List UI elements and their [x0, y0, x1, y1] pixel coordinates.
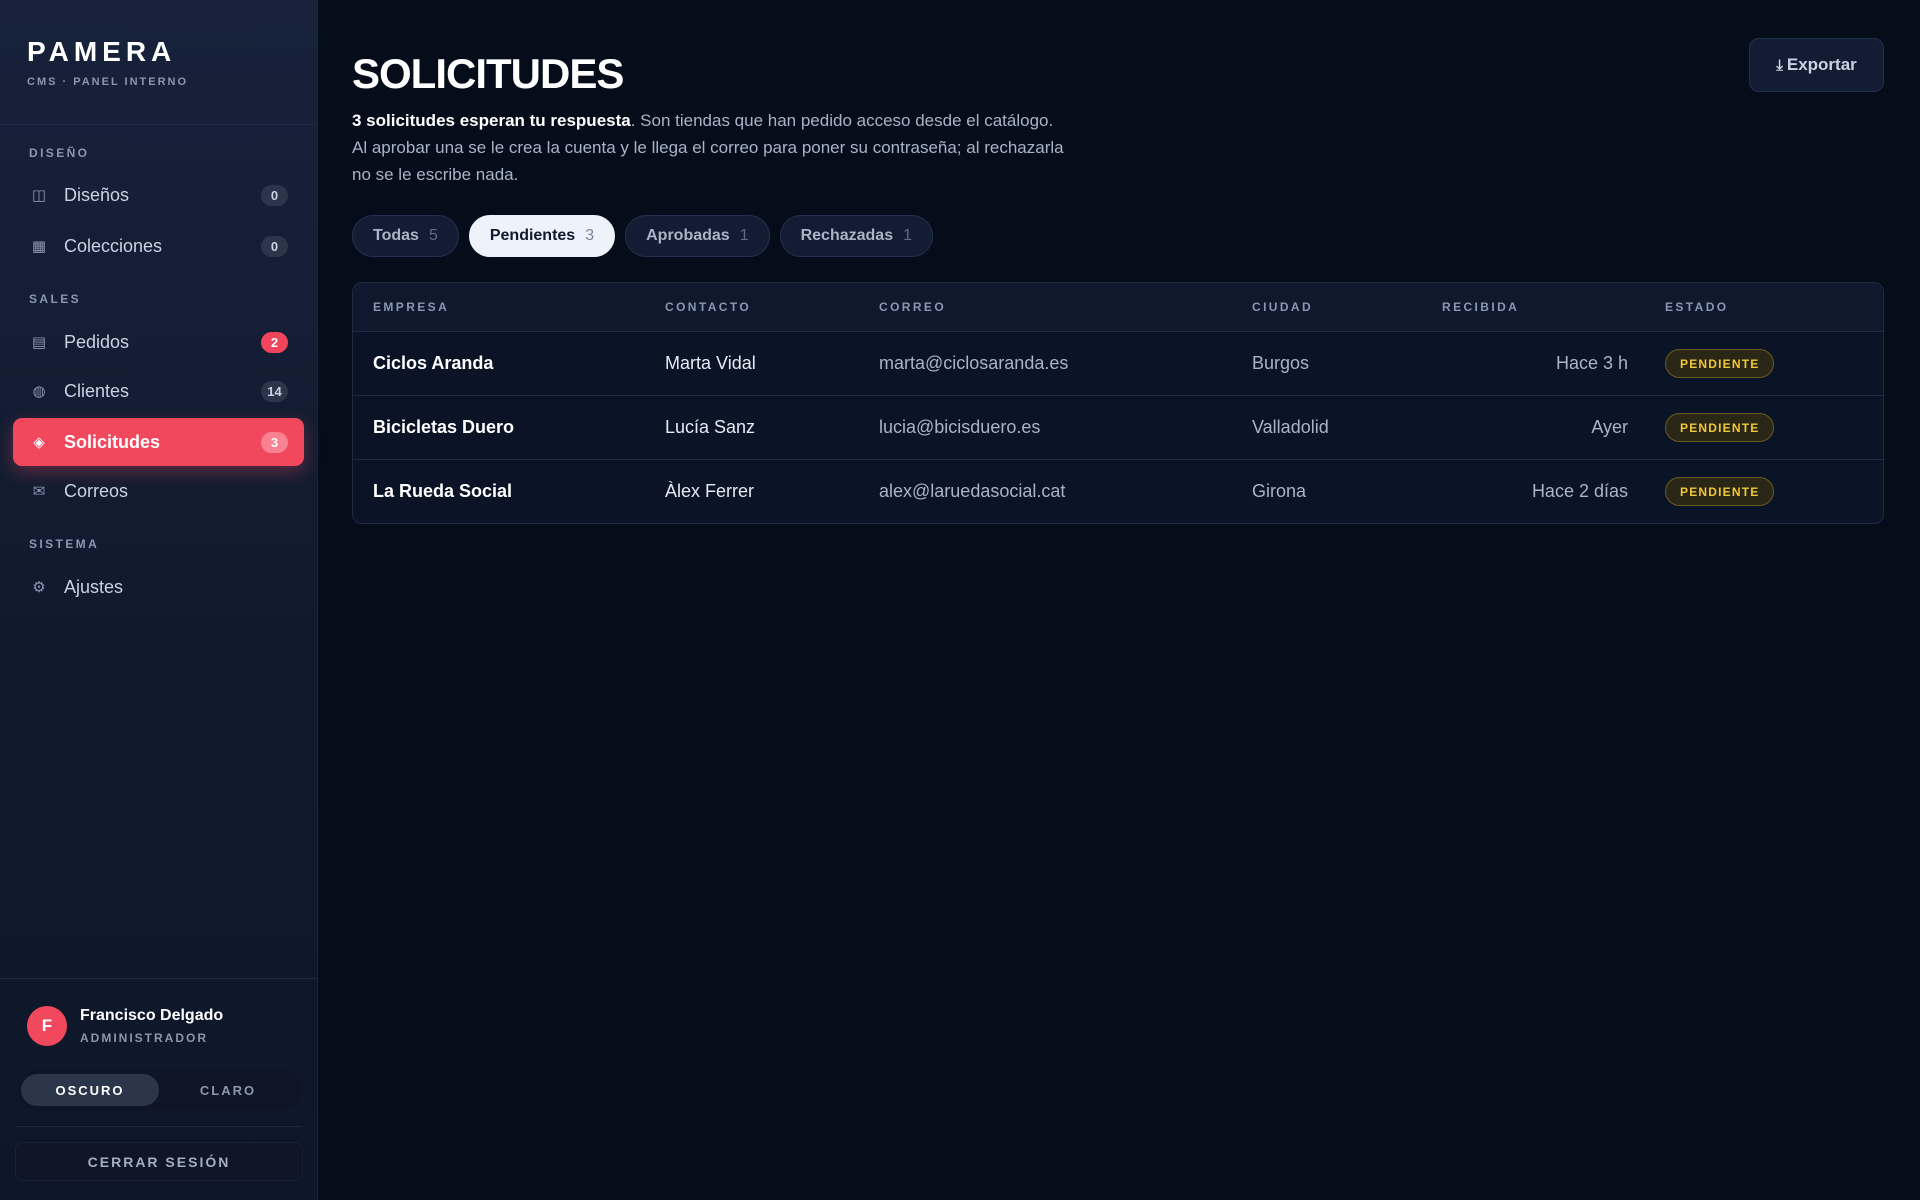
layout-icon: ◫	[31, 187, 47, 204]
user-card: F Francisco Delgado ADMINISTRADOR	[27, 1006, 223, 1046]
cell-contacto: Lucía Sanz	[665, 417, 756, 437]
export-label: Exportar	[1786, 55, 1857, 74]
user-name: Francisco Delgado	[80, 1007, 224, 1024]
column-header-empresa[interactable]: EMPRESA	[373, 283, 449, 331]
avatar: F	[27, 1006, 67, 1046]
count-badge: 0	[261, 235, 288, 257]
count-badge: 14	[261, 380, 288, 402]
column-header-correo[interactable]: CORREO	[879, 283, 946, 331]
intro-highlight: 3 solicitudes esperan tu respuesta	[352, 111, 631, 130]
table-header: EMPRESA CONTACTO CORREO CIUDAD RECIBIDA …	[353, 283, 1883, 331]
cell-estado: PENDIENTE	[1665, 332, 1775, 395]
theme-light-option[interactable]: CLARO	[159, 1074, 297, 1106]
section-title-diseno: DISEÑO	[29, 146, 90, 160]
cell-correo: alex@laruedasocial.cat	[879, 481, 1066, 501]
brand-name: PAMERA	[27, 36, 177, 67]
page-title: SOLICITUDES	[352, 50, 624, 97]
globe-icon: ◍	[32, 383, 46, 400]
main-content: SOLICITUDES 3 solicitudes esperan tu res…	[318, 0, 1920, 1200]
tab-count: 1	[739, 227, 749, 244]
tab-count: 5	[428, 227, 438, 244]
mail-icon: ✉	[32, 483, 46, 500]
sidebar-item-solicitudes[interactable]: ◈ Solicitudes 3	[13, 418, 304, 466]
receipt-icon: ▤	[31, 334, 47, 351]
sidebar-item-pedidos[interactable]: ▤ Pedidos 2	[13, 318, 304, 366]
user-role: ADMINISTRADOR	[80, 1031, 208, 1045]
sidebar-item-label: Colecciones	[64, 235, 163, 256]
tab-label: Todas	[373, 227, 419, 244]
requests-table: EMPRESA CONTACTO CORREO CIUDAD RECIBIDA …	[352, 282, 1884, 524]
tab-label: Aprobadas	[646, 227, 730, 244]
cell-estado: PENDIENTE	[1665, 460, 1775, 523]
table-row[interactable]: Bicicletas Duero Lucía Sanz lucia@bicisd…	[353, 395, 1883, 459]
status-badge: PENDIENTE	[1665, 413, 1775, 442]
cell-estado: PENDIENTE	[1665, 396, 1775, 459]
cell-contacto: Àlex Ferrer	[665, 481, 755, 501]
sidebar-item-label: Diseños	[64, 184, 130, 205]
sidebar-item-label: Correos	[64, 480, 129, 501]
sidebar-item-label: Pedidos	[64, 331, 130, 352]
cell-ciudad: Girona	[1252, 481, 1307, 501]
column-header-ciudad[interactable]: CIUDAD	[1252, 283, 1313, 331]
tab-aprobadas[interactable]: Aprobadas 1	[625, 215, 770, 257]
cell-contacto: Marta Vidal	[665, 353, 756, 373]
column-header-contacto[interactable]: CONTACTO	[665, 283, 751, 331]
table-row[interactable]: Ciclos Aranda Marta Vidal marta@ciclosar…	[353, 331, 1883, 395]
sidebar-item-label: Ajustes	[64, 576, 124, 597]
cell-empresa: La Rueda Social	[373, 481, 513, 501]
cell-recibida: Hace 2 días	[1531, 481, 1628, 501]
tab-count: 1	[903, 227, 912, 244]
section-title-sales: SALES	[29, 292, 82, 306]
gear-icon: ⚙	[32, 579, 46, 596]
sidebar-divider	[17, 1126, 301, 1127]
cell-empresa: Bicicletas Duero	[373, 417, 515, 437]
cell-ciudad: Valladolid	[1252, 417, 1329, 437]
brand-subtitle: CMS · PANEL INTERNO	[27, 76, 189, 88]
count-badge: 0	[261, 184, 288, 206]
sidebar-item-disenos[interactable]: ◫ Diseños 0	[13, 171, 304, 219]
tab-rechazadas[interactable]: Rechazadas 1	[779, 215, 933, 257]
table-row[interactable]: La Rueda Social Àlex Ferrer alex@larueda…	[353, 459, 1883, 523]
sidebar-item-label: Clientes	[64, 380, 130, 401]
grid-icon: ▦	[31, 238, 47, 255]
theme-toggle: OSCURO CLARO	[17, 1070, 301, 1110]
export-button[interactable]: ⤓ Exportar	[1749, 38, 1884, 92]
tab-todas[interactable]: Todas 5	[352, 215, 459, 257]
sidebar-item-ajustes[interactable]: ⚙ Ajustes	[13, 563, 304, 611]
cell-ciudad: Burgos	[1252, 353, 1310, 373]
count-badge: 3	[261, 431, 288, 453]
logout-button[interactable]: CERRAR SESIÓN	[15, 1142, 303, 1181]
tab-pendientes[interactable]: Pendientes 3	[468, 215, 616, 257]
sidebar: PAMERA CMS · PANEL INTERNO DISEÑO ◫ Dise…	[0, 0, 318, 1200]
cell-recibida: Ayer	[1591, 417, 1628, 437]
sidebar-item-clientes[interactable]: ◍ Clientes 14	[13, 367, 304, 415]
section-title-sistema: SISTEMA	[29, 537, 100, 551]
cell-empresa: Ciclos Aranda	[373, 353, 494, 373]
cell-recibida: Hace 3 h	[1555, 353, 1628, 373]
cell-correo: lucia@bicisduero.es	[879, 417, 1041, 437]
status-badge: PENDIENTE	[1665, 349, 1775, 378]
sidebar-divider	[0, 978, 318, 979]
cell-correo: marta@ciclosaranda.es	[879, 353, 1069, 373]
count-badge: 2	[261, 331, 288, 353]
tab-label: Pendientes	[489, 227, 576, 244]
sidebar-item-correos[interactable]: ✉ Correos	[13, 467, 304, 515]
brand: PAMERA CMS · PANEL INTERNO	[27, 36, 188, 88]
tab-label: Rechazadas	[800, 227, 894, 244]
column-header-estado[interactable]: ESTADO	[1665, 283, 1729, 331]
diamond-icon: ◈	[33, 434, 45, 451]
tab-count: 3	[585, 227, 595, 244]
filter-tabs: Todas 5 Pendientes 3 Aprobadas 1 Rechaza…	[352, 215, 933, 257]
status-badge: PENDIENTE	[1665, 477, 1775, 506]
column-header-recibida[interactable]: RECIBIDA	[1442, 283, 1519, 331]
intro-text: 3 solicitudes esperan tu respuesta. Son …	[352, 107, 1072, 188]
download-icon: ⤓	[1776, 56, 1783, 74]
sidebar-item-label: Solicitudes	[64, 431, 161, 452]
sidebar-item-colecciones[interactable]: ▦ Colecciones 0	[13, 222, 304, 270]
theme-dark-option[interactable]: OSCURO	[21, 1074, 159, 1106]
sidebar-divider	[0, 124, 318, 125]
